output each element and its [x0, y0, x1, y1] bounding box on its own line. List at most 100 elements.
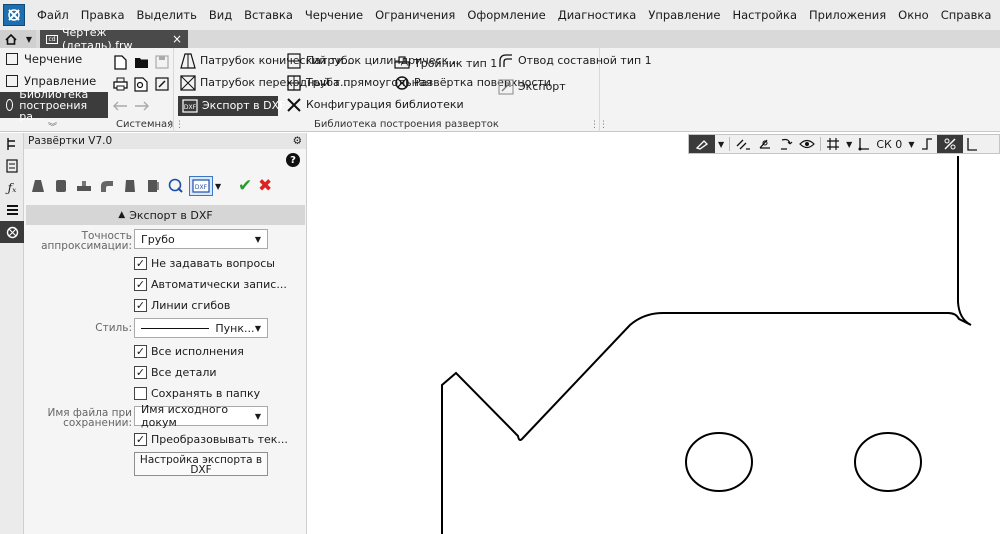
app-logo-icon[interactable] [3, 4, 25, 26]
properties-icon[interactable] [154, 76, 170, 92]
menu-help[interactable]: Справка [935, 0, 998, 30]
new-file-icon[interactable] [112, 54, 128, 70]
check-convert-text[interactable]: ✓ Преобразовывать тек... [134, 433, 288, 446]
menu-window[interactable]: Окно [892, 0, 935, 30]
export-icon [498, 79, 514, 95]
export-settings-button[interactable]: Настройка экспорта в DXF [134, 452, 268, 476]
check-all-versions[interactable]: ✓ Все исполнения [134, 345, 244, 358]
check-save-folder[interactable]: Сохранять в папку [134, 387, 260, 400]
elbow-icon[interactable] [97, 176, 117, 196]
manage-mode-icon [6, 75, 18, 87]
precision-label: Точность аппроксимации: [41, 230, 132, 252]
checkbox-checked-icon[interactable]: ✓ [134, 433, 147, 446]
filename-select[interactable]: Имя исходного докум ▼ [134, 403, 268, 429]
chevron-down-icon[interactable]: ▼ [215, 182, 221, 191]
tee-icon[interactable] [74, 176, 94, 196]
dxf-icon: DXF [182, 98, 198, 114]
ribbon-mode-library[interactable]: Библиотека построения ра... [0, 89, 108, 122]
menu-drawing[interactable]: Черчение [299, 0, 369, 30]
check-all-parts[interactable]: ✓ Все детали [134, 366, 217, 379]
line-style-sample [141, 327, 209, 329]
surface-unfold-icon [394, 75, 410, 91]
chevron-down-icon[interactable]: ▼ [22, 30, 36, 48]
svg-text:DXF: DXF [184, 104, 197, 111]
library-panel-icon[interactable] [0, 221, 24, 243]
group-grip-icon[interactable]: ⋮⋮ [590, 120, 608, 130]
export-dxf-icon[interactable]: DXF [189, 176, 213, 196]
precision-value: Грубо [141, 232, 175, 246]
part-hole-right [854, 432, 922, 492]
library-mode-icon [6, 99, 14, 111]
menu-apps[interactable]: Приложения [803, 0, 892, 30]
preview-icon[interactable] [133, 76, 149, 92]
style-label: Стиль: [95, 322, 132, 334]
open-folder-icon[interactable] [133, 54, 149, 70]
system-group-label: Системная [116, 119, 174, 130]
function-icon[interactable]: ƒₓ [0, 177, 24, 199]
drawing-doc-icon: cd [46, 34, 58, 44]
checkbox-checked-icon[interactable]: ✓ [134, 278, 147, 291]
check-autosave[interactable]: ✓ Автоматически запис... [134, 278, 287, 291]
home-icon[interactable] [0, 30, 22, 48]
checkbox-checked-icon[interactable]: ✓ [134, 257, 147, 270]
drawing-canvas[interactable]: ▼ ▼ СК 0 ▼ [308, 133, 1000, 534]
cylinder-pipe-icon[interactable] [51, 176, 71, 196]
chevron-down-icon: ▼ [254, 234, 261, 244]
check-no-questions[interactable]: ✓ Не задавать вопросы [134, 257, 275, 270]
export-button[interactable]: Экспорт [498, 79, 566, 95]
menu-insert[interactable]: Вставка [238, 0, 299, 30]
menu-format[interactable]: Оформление [461, 0, 551, 30]
close-icon[interactable]: × [172, 32, 182, 46]
menu-manage[interactable]: Управление [642, 0, 726, 30]
transition-pipe-icon[interactable] [120, 176, 140, 196]
library-group-label: Библиотека построения разверток [314, 119, 499, 130]
undo-icon[interactable] [112, 98, 128, 114]
menu-view[interactable]: Вид [203, 0, 238, 30]
style-value: Пунк... [215, 321, 255, 335]
checkbox-checked-icon[interactable]: ✓ [134, 366, 147, 379]
rect-pipe-icon[interactable] [143, 176, 163, 196]
rect-pipe-icon [286, 75, 302, 91]
menu-constraints[interactable]: Ограничения [369, 0, 461, 30]
line-style-select[interactable]: Пунк... ▼ [134, 318, 268, 338]
precision-select[interactable]: Грубо ▼ [134, 229, 268, 249]
ribbon: Черчение Управление Библиотека построени… [0, 48, 1000, 133]
checkbox-checked-icon[interactable]: ✓ [134, 345, 147, 358]
cone-pipe-icon[interactable] [28, 176, 48, 196]
export-dxf-button[interactable]: DXF Экспорт в DXF [178, 96, 286, 116]
check-bend-lines[interactable]: ✓ Линии сгибов [134, 299, 230, 312]
ribbon-mode-list: Черчение Управление Библиотека построени… [0, 48, 108, 133]
menu-settings[interactable]: Настройка [726, 0, 803, 30]
section-title: Экспорт в DXF [129, 208, 213, 222]
help-icon[interactable]: ? [286, 153, 300, 167]
tab-document[interactable]: cd Чертеж (деталь).frw × [40, 26, 188, 52]
save-icon[interactable] [154, 54, 170, 70]
chevron-down-icon: ▼ [254, 411, 261, 421]
print-icon[interactable] [112, 76, 128, 92]
checkbox-unchecked-icon[interactable] [134, 387, 147, 400]
collapse-chevron-icon[interactable]: ︾ [48, 120, 57, 133]
panel-header: Развёртки V7.0 ⚙ [24, 133, 306, 149]
tee-button[interactable]: Тройник тип 1 [394, 56, 497, 72]
drawing-sheet [441, 156, 972, 534]
tree-icon[interactable] [0, 133, 24, 155]
ribbon-mode-drawing[interactable]: Черчение [0, 48, 108, 70]
parameters-icon[interactable] [0, 155, 24, 177]
gear-icon[interactable]: ⚙ [293, 135, 302, 147]
surface-unfold-icon[interactable] [166, 176, 186, 196]
elbow-icon [498, 53, 514, 69]
library-config-button[interactable]: Конфигурация библиотеки [286, 97, 464, 113]
layers-icon[interactable] [0, 199, 24, 221]
menu-diagnostics[interactable]: Диагностика [552, 0, 643, 30]
checkbox-checked-icon[interactable]: ✓ [134, 299, 147, 312]
filename-value: Имя исходного докум [141, 403, 229, 429]
parameters-panel: Развёртки V7.0 ⚙ ? DXF ▼ ✔ ✖ ▲ Экспорт в… [24, 133, 307, 534]
svg-text:DXF: DXF [195, 184, 208, 191]
part-hole-left [685, 432, 753, 492]
redo-icon[interactable] [133, 98, 149, 114]
ok-check-icon[interactable]: ✔ [235, 176, 255, 196]
tools-icon [286, 97, 302, 113]
composite-elbow-button[interactable]: Отвод составной тип 1 [498, 53, 652, 69]
section-export-dxf[interactable]: ▲ Экспорт в DXF [26, 205, 305, 225]
cancel-x-icon[interactable]: ✖ [255, 176, 275, 196]
